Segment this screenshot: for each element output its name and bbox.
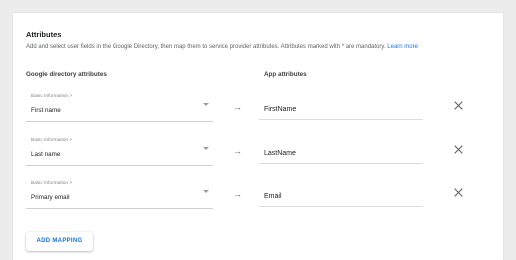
- close-icon[interactable]: [453, 100, 464, 111]
- mapping-row: Basic Information > First name → FirstNa…: [13, 91, 503, 131]
- select-value: Primary email: [31, 194, 70, 201]
- learn-more-link[interactable]: Learn more: [387, 44, 418, 50]
- description-text: Add and select user fields in the Google…: [26, 44, 386, 50]
- app-attribute-input[interactable]: LastName: [259, 145, 423, 164]
- select-category: Basic Information >: [31, 138, 73, 143]
- app-attribute-value: Email: [264, 193, 282, 200]
- section-description: Add and select user fields in the Google…: [26, 44, 418, 50]
- close-icon[interactable]: [453, 144, 464, 155]
- mapping-row: Basic Information > Primary email → Emai…: [13, 178, 503, 218]
- add-mapping-button[interactable]: ADD MAPPING: [26, 232, 93, 251]
- select-category: Basic Information >: [31, 181, 73, 186]
- chevron-down-icon: [203, 190, 209, 193]
- google-attribute-select[interactable]: Basic Information > Primary email: [26, 178, 213, 209]
- attributes-card: Attributes Add and select user fields in…: [13, 13, 503, 260]
- arrow-right-icon: →: [233, 146, 242, 156]
- google-attribute-select[interactable]: Basic Information > First name: [26, 91, 213, 122]
- app-attribute-value: LastName: [264, 150, 296, 157]
- select-value: Last name: [31, 151, 61, 158]
- arrow-right-icon: →: [233, 102, 242, 112]
- select-value: First name: [31, 107, 61, 114]
- chevron-down-icon: [203, 147, 209, 150]
- app-attribute-input[interactable]: Email: [259, 188, 423, 207]
- google-attribute-select[interactable]: Basic Information > Last name: [26, 135, 213, 166]
- select-category: Basic Information >: [31, 94, 73, 99]
- column-header-app: App attributes: [264, 71, 307, 78]
- column-header-google: Google directory attributes: [26, 71, 107, 78]
- mapping-row: Basic Information > Last name → LastName: [13, 135, 503, 175]
- chevron-down-icon: [203, 103, 209, 106]
- app-attribute-value: FirstName: [264, 106, 297, 113]
- arrow-right-icon: →: [233, 189, 242, 199]
- app-attribute-input[interactable]: FirstName: [259, 101, 423, 120]
- close-icon[interactable]: [453, 187, 464, 198]
- section-title: Attributes: [26, 30, 62, 39]
